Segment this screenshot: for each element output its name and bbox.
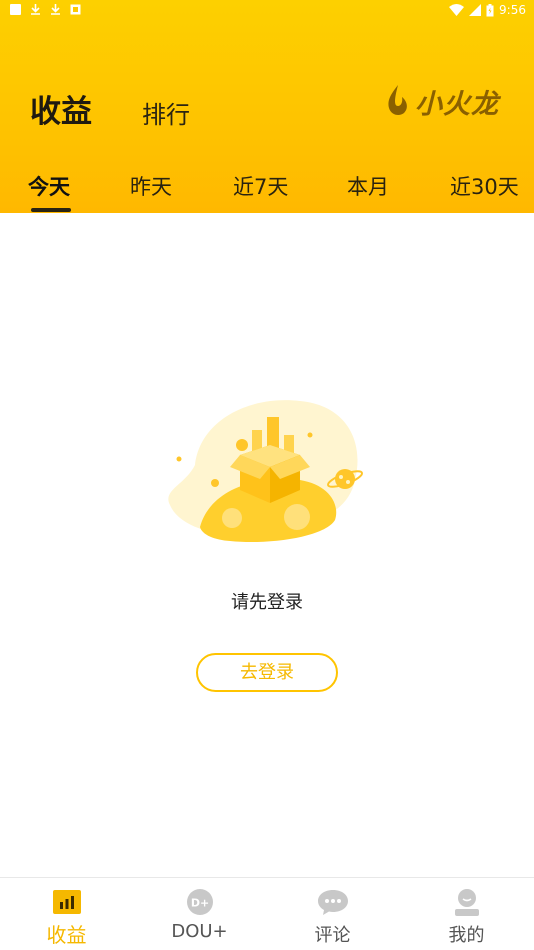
bottom-nav: 收益 D+ DOU+ 评论 我的 <box>0 877 534 950</box>
nav-item-profile[interactable]: 我的 <box>400 878 533 950</box>
profile-icon <box>454 889 479 916</box>
empty-state-illustration <box>168 400 364 543</box>
status-bar: 9:56 <box>0 0 534 22</box>
download-icon-2 <box>51 4 60 15</box>
nav-label-profile: 我的 <box>448 925 485 946</box>
period-tab-today[interactable]: 今天 <box>28 171 70 201</box>
period-tab-7days[interactable]: 近7天 <box>233 171 288 201</box>
notification-square-icon <box>10 4 21 15</box>
clock: 9:56 <box>499 3 526 17</box>
logo-text: 小火龙 <box>415 89 499 120</box>
nav-label-dou-plus: DOU+ <box>171 921 228 942</box>
login-prompt-text: 请先登录 <box>231 592 303 613</box>
nav-item-dou-plus[interactable]: D+ DOU+ <box>133 878 266 950</box>
flame-icon <box>388 85 407 116</box>
bar-chart-icon <box>52 890 81 914</box>
signal-icon <box>469 4 482 16</box>
screenshot-icon <box>70 4 81 15</box>
tab-ranking[interactable]: 排行 <box>142 95 190 130</box>
nav-item-earnings[interactable]: 收益 <box>0 878 133 950</box>
nav-label-comments: 评论 <box>314 925 351 946</box>
wifi-icon <box>449 4 465 16</box>
tab-earnings[interactable]: 收益 <box>30 86 92 131</box>
battery-icon <box>486 3 494 16</box>
dou-plus-icon: D+ <box>186 889 213 915</box>
nav-label-earnings: 收益 <box>46 923 87 947</box>
comment-icon <box>317 890 348 915</box>
login-button[interactable]: 去登录 <box>196 653 338 692</box>
nav-item-comments[interactable]: 评论 <box>266 878 399 950</box>
app-logo: 小火龙 <box>385 82 515 120</box>
period-tab-month[interactable]: 本月 <box>347 171 389 201</box>
active-period-indicator <box>31 208 71 212</box>
period-tab-yesterday[interactable]: 昨天 <box>130 171 172 201</box>
svg-text:D+: D+ <box>190 897 208 910</box>
period-tabs: 今天 昨天 近7天 本月 近30天 <box>0 167 534 213</box>
download-icon <box>31 4 40 15</box>
period-tab-30days[interactable]: 近30天 <box>450 171 519 201</box>
